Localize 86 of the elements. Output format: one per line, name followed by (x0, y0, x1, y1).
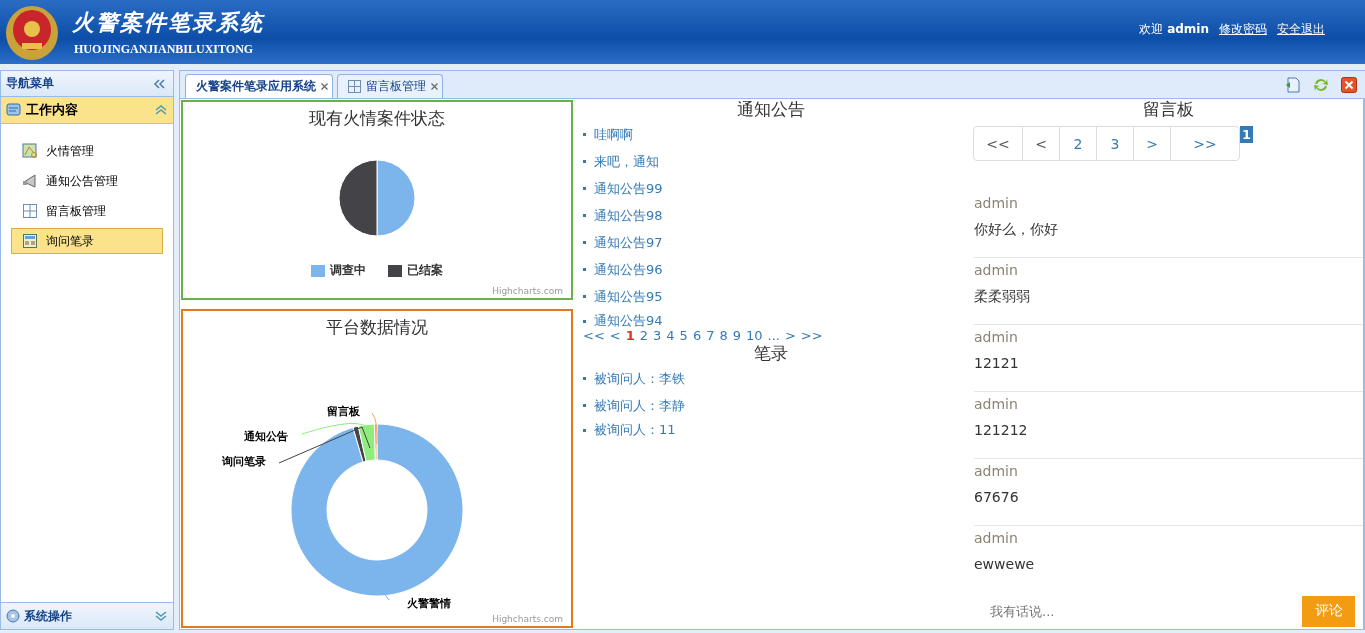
notice-link[interactable]: 通知公告95 (594, 287, 663, 306)
page-link[interactable]: 9 (732, 328, 741, 343)
scroll-icon (5, 102, 23, 118)
collapse-icon[interactable] (155, 105, 167, 115)
page-link[interactable]: ... (767, 328, 780, 343)
message-author: admin (974, 529, 1019, 548)
page-button[interactable]: << (973, 126, 1023, 161)
sidebar-item[interactable]: 询问笔录 (11, 228, 163, 254)
page-button[interactable]: >> (1170, 126, 1240, 161)
sidebar-item[interactable]: 火情管理 (11, 138, 163, 164)
header-link[interactable]: 修改密码 (1219, 20, 1267, 38)
legend-item[interactable]: 调查中 (311, 262, 366, 279)
message-author: admin (974, 462, 1019, 481)
credit-link[interactable]: Highcharts.com (492, 286, 563, 296)
message-text: 柔柔弱弱 (974, 287, 1031, 306)
gear-icon (5, 608, 21, 624)
app-title: 火警案件笔录系统 (72, 7, 264, 37)
page-button[interactable]: > (1133, 126, 1171, 161)
page-link[interactable]: 6 (692, 328, 702, 343)
record-link[interactable]: 被询问人：11 (594, 421, 676, 439)
notice-link[interactable]: 哇啊啊 (594, 125, 633, 144)
legend-item[interactable]: 已结案 (388, 262, 443, 279)
message-author: admin (974, 395, 1019, 414)
chart-label: 通知公告 (244, 430, 288, 443)
expand-icon[interactable] (155, 611, 167, 621)
page-button[interactable]: 3 (1096, 126, 1134, 161)
document-icon[interactable] (1285, 76, 1301, 93)
page-link[interactable]: 8 (719, 328, 728, 343)
page-link[interactable]: > (784, 328, 796, 343)
message-author: admin (974, 194, 1019, 213)
page-link[interactable]: < (609, 328, 621, 343)
notice-link[interactable]: 通知公告97 (594, 233, 663, 252)
tab[interactable]: 火警案件笔录应用系统 (185, 74, 333, 98)
page-link[interactable]: 2 (639, 328, 649, 343)
page-link[interactable]: 4 (666, 328, 675, 343)
close-icon[interactable] (321, 83, 328, 90)
chart-title: 平台数据情况 (326, 316, 428, 339)
header-link[interactable]: 安全退出 (1277, 20, 1325, 38)
grid-icon (348, 80, 361, 93)
megaphone-icon (22, 173, 38, 189)
page-button[interactable]: < (1022, 126, 1060, 161)
refresh-icon[interactable] (1313, 76, 1329, 93)
app-subtitle: HUOJINGANJIANBILUXITONG (74, 41, 255, 57)
page-button[interactable]: 2 (1059, 126, 1097, 161)
chart-label: 询问笔录 (222, 455, 266, 468)
close-icon[interactable] (1341, 76, 1357, 93)
sidebar-item[interactable]: 通知公告管理 (11, 168, 163, 194)
sidebar-title: 导航菜单 (6, 75, 54, 92)
page-link[interactable]: >> (800, 328, 823, 343)
notice-link[interactable]: 来吧，通知 (594, 152, 659, 171)
chart-label: 火警警情 (407, 597, 451, 610)
message-text: 67676 (974, 488, 1020, 507)
page-link[interactable]: 10 (746, 328, 763, 343)
message-text: 121212 (974, 421, 1029, 440)
record-link[interactable]: 被询问人：李铁 (594, 369, 685, 388)
section-title: 留言板 (1142, 99, 1195, 119)
welcome-text: 欢迎 admin (1139, 20, 1209, 38)
page-link[interactable]: << (583, 328, 605, 343)
sidebar-item[interactable]: 留言板管理 (11, 198, 163, 224)
message-text: 你好么，你好 (974, 220, 1059, 239)
record-link[interactable]: 被询问人：李静 (594, 396, 685, 415)
collapse-icon[interactable] (153, 78, 165, 89)
chart-label: 留言板 (327, 405, 360, 418)
map-icon (22, 143, 38, 159)
section-title: 笔录 (752, 343, 789, 363)
message-author: admin (974, 328, 1019, 347)
page-link[interactable]: 3 (653, 328, 662, 343)
notice-link[interactable]: 通知公告99 (594, 179, 663, 198)
section-title: 通知公告 (735, 99, 806, 119)
notice-link[interactable]: 通知公告96 (594, 260, 663, 279)
chart-title: 现有火情案件状态 (309, 107, 445, 130)
close-icon[interactable] (431, 83, 438, 90)
page-link[interactable]: 5 (679, 328, 688, 343)
grid-icon (22, 203, 38, 219)
message-author: admin (974, 261, 1019, 280)
message-text: ewwewe (974, 555, 1036, 574)
current-page-badge: 1 (1240, 126, 1254, 143)
tab[interactable]: 留言板管理 (337, 74, 443, 98)
notice-link[interactable]: 通知公告94 (594, 312, 663, 330)
page-link[interactable]: 7 (706, 328, 715, 343)
message-text: 12121 (974, 354, 1020, 373)
notice-link[interactable]: 通知公告98 (594, 206, 663, 225)
credit-link[interactable]: Highcharts.com (492, 614, 563, 624)
form-icon (22, 233, 38, 249)
emblem-icon (4, 3, 60, 61)
page-link[interactable]: 1 (625, 328, 635, 343)
